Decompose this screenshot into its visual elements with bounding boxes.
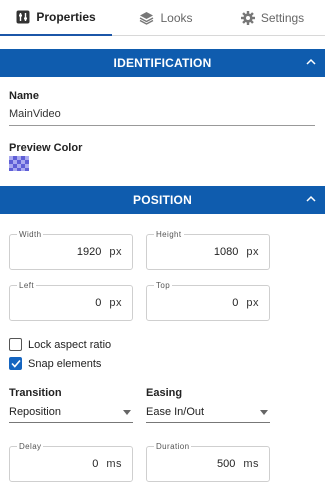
preview-color-swatch[interactable] — [9, 156, 29, 171]
height-field[interactable]: Height 1080 px — [146, 230, 270, 270]
delay-field[interactable]: Delay 0 ms — [9, 442, 133, 482]
duration-unit: ms — [243, 458, 259, 470]
dropdown-arrow-icon — [123, 410, 131, 415]
properties-icon — [16, 10, 30, 24]
delay-label: Delay — [17, 442, 44, 451]
checkbox-checked-icon[interactable] — [9, 357, 22, 370]
delay-value: 0 — [92, 458, 99, 470]
tab-looks-label: Looks — [160, 11, 193, 25]
duration-value: 500 — [216, 458, 236, 470]
top-field[interactable]: Top 0 px — [146, 281, 270, 321]
height-label: Height — [154, 230, 184, 239]
collapse-icon[interactable] — [306, 192, 316, 206]
width-unit: px — [109, 246, 122, 258]
gear-icon — [240, 11, 255, 25]
transition-value: Reposition — [9, 406, 61, 418]
delay-unit: ms — [106, 458, 122, 470]
collapse-icon[interactable] — [306, 55, 316, 69]
height-unit: px — [246, 246, 259, 258]
position-section-header[interactable]: POSITION — [0, 186, 325, 214]
width-value: 1920 — [76, 246, 102, 258]
name-field[interactable]: MainVideo — [9, 108, 315, 126]
tab-settings-label: Settings — [260, 11, 305, 25]
name-label: Name — [9, 90, 39, 102]
duration-field[interactable]: Duration 500 ms — [146, 442, 270, 482]
easing-label: Easing — [146, 387, 183, 399]
tab-properties-label: Properties — [36, 10, 96, 24]
snap-elements-checkbox[interactable]: Snap elements — [9, 357, 101, 370]
width-field[interactable]: Width 1920 px — [9, 230, 133, 270]
lock-aspect-ratio-label: Lock aspect ratio — [28, 338, 112, 351]
tab-bar: Properties Looks Settings — [0, 0, 325, 36]
preview-color-label: Preview Color — [9, 142, 83, 154]
left-field[interactable]: Left 0 px — [9, 281, 133, 321]
layers-icon — [139, 11, 154, 25]
top-label: Top — [154, 281, 173, 290]
top-unit: px — [246, 297, 259, 309]
left-label: Left — [17, 281, 36, 290]
left-value: 0 — [95, 297, 102, 309]
transition-label: Transition — [9, 387, 62, 399]
tab-settings[interactable]: Settings — [220, 0, 325, 36]
duration-label: Duration — [154, 442, 192, 451]
checkbox-unchecked-icon[interactable] — [9, 338, 22, 351]
top-value: 0 — [232, 297, 239, 309]
lock-aspect-ratio-checkbox[interactable]: Lock aspect ratio — [9, 338, 111, 351]
snap-elements-label: Snap elements — [28, 357, 102, 370]
width-label: Width — [17, 230, 44, 239]
left-unit: px — [109, 297, 122, 309]
position-section-title: POSITION — [133, 193, 192, 207]
easing-value: Ease In/Out — [146, 406, 205, 418]
identification-section-title: IDENTIFICATION — [113, 56, 212, 70]
identification-section-header[interactable]: IDENTIFICATION — [0, 49, 325, 77]
tab-looks[interactable]: Looks — [112, 0, 220, 36]
height-value: 1080 — [213, 246, 239, 258]
tab-properties[interactable]: Properties — [0, 0, 112, 36]
transition-select[interactable]: Reposition — [9, 403, 133, 423]
easing-select[interactable]: Ease In/Out — [146, 403, 270, 423]
dropdown-arrow-icon — [260, 410, 268, 415]
